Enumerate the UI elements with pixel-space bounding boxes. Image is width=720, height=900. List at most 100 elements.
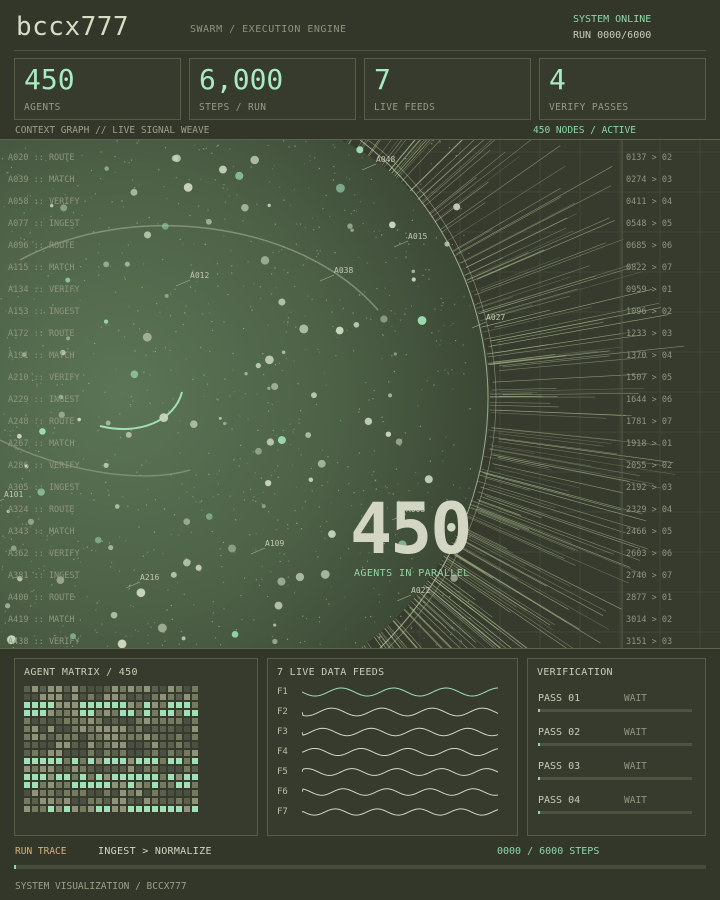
graph-node-tag: A027 xyxy=(486,313,505,322)
agent-cell xyxy=(128,710,134,716)
agent-matrix-panel: AGENT MATRIX / 450 xyxy=(14,658,258,836)
agent-cell xyxy=(128,742,134,748)
agent-cell xyxy=(40,774,46,780)
agent-cell xyxy=(32,766,38,772)
run-trace-label: RUN TRACE xyxy=(15,846,67,857)
agent-row: A267 :: MATCH xyxy=(8,439,75,449)
agent-cell xyxy=(192,734,198,740)
feed-label: F2 xyxy=(277,707,288,717)
agent-cell xyxy=(56,790,62,796)
agent-cell xyxy=(56,702,62,708)
agent-row: A229 :: INGEST xyxy=(8,395,80,405)
agent-cell xyxy=(184,702,190,708)
agent-cell xyxy=(112,766,118,772)
agent-cell xyxy=(120,742,126,748)
agent-cell xyxy=(72,782,78,788)
verification-panel: VERIFICATION PASS 01 WAIT PASS 02 WAIT P… xyxy=(527,658,706,836)
agent-cell xyxy=(168,790,174,796)
agent-cell xyxy=(56,750,62,756)
agent-cell xyxy=(144,790,150,796)
agent-cell xyxy=(176,798,182,804)
agent-cell xyxy=(80,694,86,700)
feed-label: F7 xyxy=(277,807,288,817)
agent-cell xyxy=(32,798,38,804)
agent-cell xyxy=(72,702,78,708)
agent-cell xyxy=(136,710,142,716)
agent-cell xyxy=(64,742,70,748)
agent-cell xyxy=(56,734,62,740)
agent-cell xyxy=(184,750,190,756)
feed-wave xyxy=(302,808,499,816)
agent-cell xyxy=(168,686,174,692)
agent-cell xyxy=(80,710,86,716)
agent-cell xyxy=(120,734,126,740)
stat-value: 4 xyxy=(549,63,566,96)
agent-cell xyxy=(184,718,190,724)
agent-cell xyxy=(48,806,54,812)
agent-cell xyxy=(152,774,158,780)
agent-cell xyxy=(152,710,158,716)
stat-card-steps: 6,000 STEPS / RUN xyxy=(189,58,356,120)
agent-cell xyxy=(80,790,86,796)
agent-cell xyxy=(24,718,30,724)
brand-title: bccx777 xyxy=(16,12,130,42)
agent-row: A058 :: VERIFY xyxy=(8,197,80,207)
agent-cell xyxy=(64,694,70,700)
agent-cell xyxy=(168,774,174,780)
agent-row: A077 :: INGEST xyxy=(8,219,80,229)
agent-cell xyxy=(152,702,158,708)
agent-cell xyxy=(184,782,190,788)
agent-cell xyxy=(80,774,86,780)
feed-label: F3 xyxy=(277,727,288,737)
agent-cell xyxy=(64,758,70,764)
feed-wave xyxy=(302,768,499,776)
agent-cell xyxy=(96,718,102,724)
step-row: 2055 > 02 xyxy=(626,461,672,471)
agent-cell xyxy=(32,750,38,756)
agent-cell xyxy=(88,758,94,764)
agent-cell xyxy=(48,750,54,756)
agent-cell xyxy=(112,758,118,764)
agent-cell xyxy=(72,710,78,716)
agent-cell xyxy=(112,750,118,756)
agent-cell xyxy=(40,766,46,772)
agent-cell xyxy=(80,686,86,692)
agent-cell xyxy=(160,686,166,692)
feed-label: F5 xyxy=(277,767,288,777)
agent-cell xyxy=(120,750,126,756)
agent-cell xyxy=(56,718,62,724)
agent-cell xyxy=(72,742,78,748)
agent-cell xyxy=(176,790,182,796)
agent-cell xyxy=(88,750,94,756)
agent-cell xyxy=(136,790,142,796)
app-subtitle: SWARM / EXECUTION ENGINE xyxy=(190,24,347,35)
agent-cell xyxy=(64,798,70,804)
agent-cell xyxy=(152,726,158,732)
agent-cell xyxy=(128,702,134,708)
agents-parallel-caption: AGENTS IN PARALLEL xyxy=(354,568,470,579)
agent-cell xyxy=(128,798,134,804)
step-row: 3014 > 02 xyxy=(626,615,672,625)
agent-cell xyxy=(192,790,198,796)
agent-cell xyxy=(80,766,86,772)
agent-cell xyxy=(136,686,142,692)
agent-cell xyxy=(48,734,54,740)
agent-cell xyxy=(120,758,126,764)
agent-cell xyxy=(120,806,126,812)
agent-cell xyxy=(112,782,118,788)
agent-cell xyxy=(88,710,94,716)
agent-cell xyxy=(192,758,198,764)
agent-cell xyxy=(40,806,46,812)
step-row: 1507 > 05 xyxy=(626,373,672,383)
agent-cell xyxy=(128,726,134,732)
agent-cell xyxy=(88,798,94,804)
agent-cell xyxy=(192,702,198,708)
agent-cell xyxy=(72,758,78,764)
step-row: 0548 > 05 xyxy=(626,219,672,229)
agent-cell xyxy=(128,750,134,756)
agent-cell xyxy=(160,702,166,708)
agent-cell xyxy=(168,710,174,716)
agent-cell xyxy=(64,766,70,772)
step-row: 2877 > 01 xyxy=(626,593,672,603)
stat-value: 6,000 xyxy=(199,63,284,96)
